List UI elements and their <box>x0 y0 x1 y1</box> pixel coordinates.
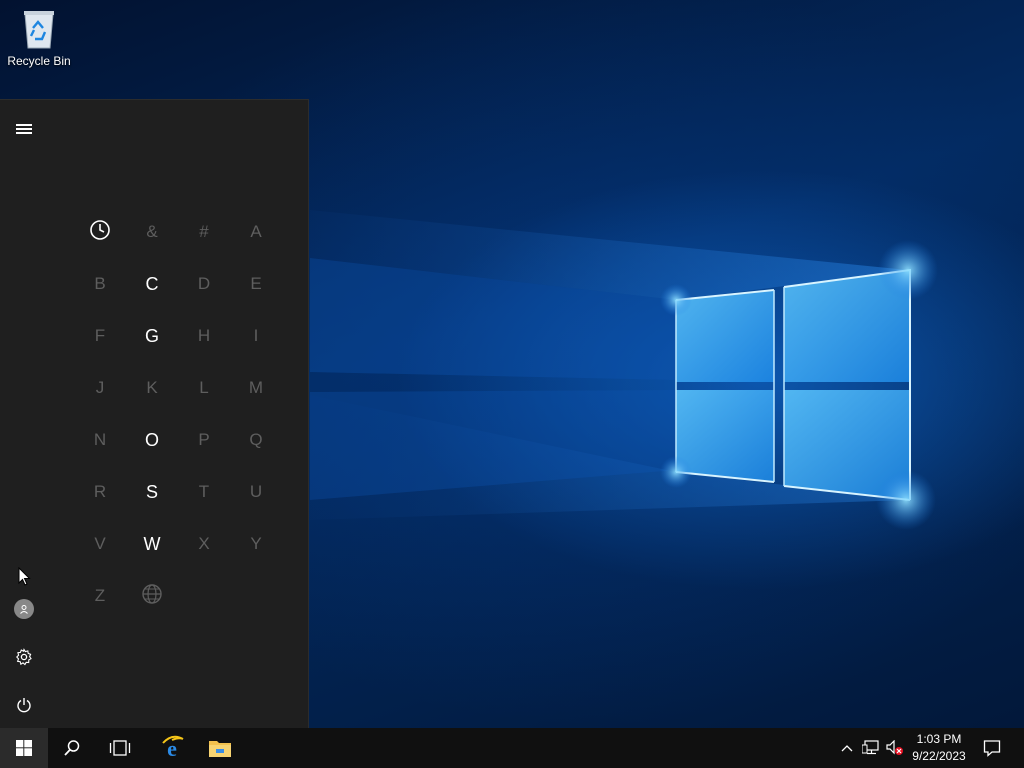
user-account-button[interactable] <box>0 585 48 633</box>
alphabet-jump-list: & # A B C D E F G H I J K L M N O P Q R S T U V W X Y Z <box>74 206 282 622</box>
jump-list-other <box>126 570 178 622</box>
jump-list-letter: K <box>146 378 158 397</box>
action-center-button[interactable] <box>976 728 1008 768</box>
show-hidden-icons-chevron-icon <box>841 745 853 752</box>
jump-list-letter[interactable]: W <box>126 518 178 570</box>
show-hidden-icons-button[interactable] <box>836 728 858 768</box>
search-icon <box>64 740 80 756</box>
svg-text:e: e <box>167 736 177 761</box>
clock-date: 9/22/2023 <box>912 749 966 763</box>
action-center-icon <box>983 740 1001 757</box>
clock-icon <box>89 219 111 246</box>
start-menu-rail <box>0 100 48 729</box>
volume-muted-icon <box>886 740 903 755</box>
jump-list-letter: V <box>94 534 106 553</box>
jump-list-letter: D <box>197 274 211 293</box>
search-button[interactable] <box>48 728 96 768</box>
jump-list-recent[interactable] <box>74 206 126 258</box>
task-view-button[interactable] <box>96 728 144 768</box>
jump-list-letter: Z <box>94 586 106 605</box>
jump-list-letter: N <box>93 430 107 449</box>
settings-button[interactable] <box>0 633 48 681</box>
jump-list-letter[interactable]: O <box>126 414 178 466</box>
jump-list-letter: A <box>250 222 262 241</box>
start-menu: & # A B C D E F G H I J K L M N O P Q R S T U V W X Y Z <box>0 99 309 729</box>
internet-explorer-button[interactable]: e <box>148 728 196 768</box>
file-explorer-button[interactable] <box>196 728 244 768</box>
jump-list-letter: L <box>199 378 209 397</box>
desktop-icon-recycle-bin[interactable]: Recycle Bin <box>4 6 74 68</box>
mouse-pointer <box>18 567 31 586</box>
volume-tray-button[interactable] <box>884 728 906 768</box>
jump-list-letter: # <box>199 222 209 241</box>
jump-list-letter: H <box>197 326 211 345</box>
jump-list-letter: E <box>250 274 262 293</box>
globe-icon <box>141 583 163 610</box>
jump-list-letter: J <box>95 378 105 397</box>
jump-list-letter[interactable]: S <box>126 466 178 518</box>
user-account-icon <box>14 599 34 619</box>
jump-list-letter[interactable]: C <box>126 258 178 310</box>
jump-list-letter[interactable]: G <box>126 310 178 362</box>
jump-list-letter: B <box>94 274 106 293</box>
jump-list-letter: P <box>198 430 210 449</box>
jump-list-letter: I <box>253 326 259 345</box>
clock-time: 1:03 PM <box>916 732 962 746</box>
network-icon <box>862 740 879 755</box>
network-tray-button[interactable] <box>860 728 882 768</box>
windows-start-icon <box>16 740 32 756</box>
jump-list-letter: Q <box>249 430 263 449</box>
taskbar-clock[interactable]: 1:03 PM 9/22/2023 <box>906 730 972 766</box>
jump-list-letter: X <box>198 534 210 553</box>
desktop-icon-label: Recycle Bin <box>7 54 71 68</box>
power-button[interactable] <box>0 681 48 729</box>
jump-list-letter: T <box>198 482 210 501</box>
taskbar: e 1:03 PM 9/22/2023 <box>0 728 1024 768</box>
start-button[interactable] <box>0 728 48 768</box>
jump-list-letter: Y <box>250 534 262 553</box>
jump-list-letter: U <box>249 482 263 501</box>
task-view-icon <box>109 740 131 756</box>
jump-list-letter: F <box>94 326 106 345</box>
settings-gear-icon <box>16 648 32 666</box>
jump-list-letter: M <box>248 378 264 397</box>
internet-explorer-icon: e <box>162 735 184 761</box>
jump-list-letter: & <box>146 222 158 241</box>
recycle-bin-icon <box>19 6 59 50</box>
hamburger-menu-icon[interactable] <box>0 105 48 153</box>
jump-list-letter: R <box>93 482 107 501</box>
power-icon <box>17 698 31 713</box>
file-explorer-icon <box>209 741 231 757</box>
